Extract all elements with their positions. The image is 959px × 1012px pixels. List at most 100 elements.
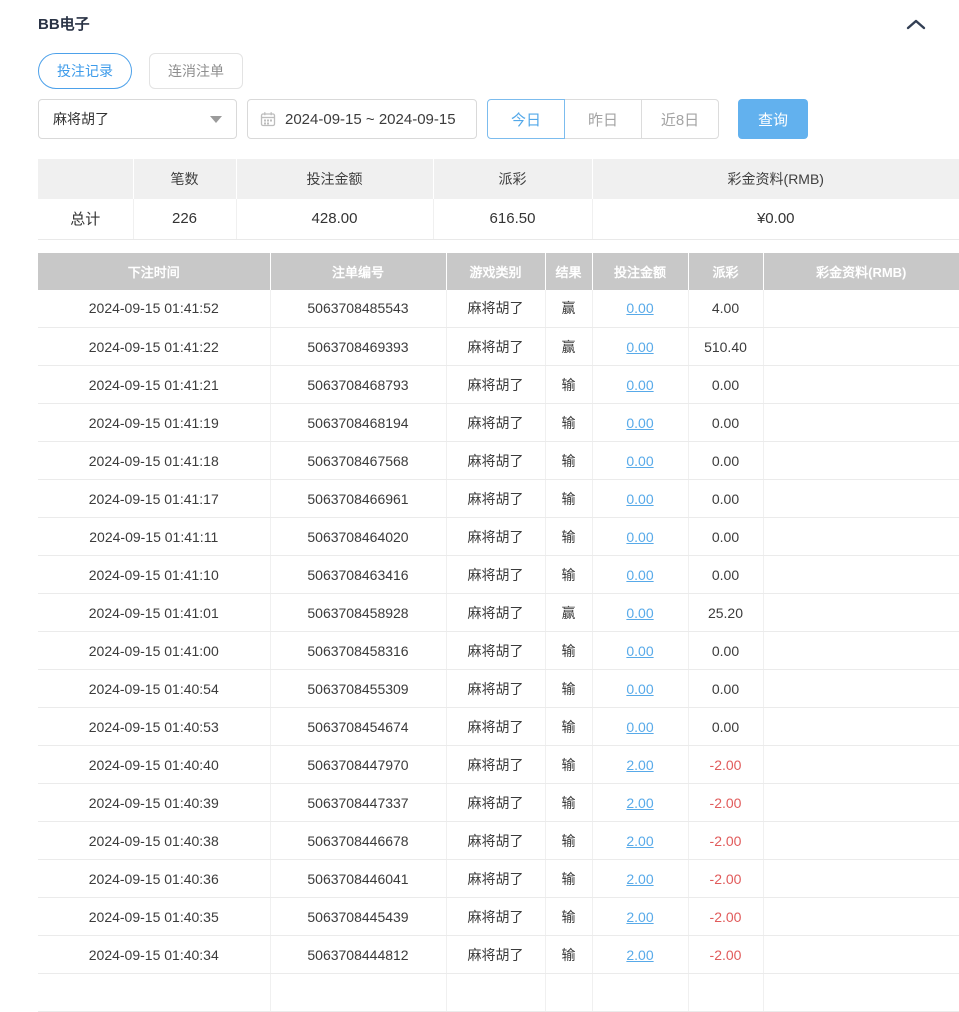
col-header-game-type: 游戏类别	[446, 253, 545, 290]
bet-amount-link[interactable]: 0.00	[626, 377, 653, 393]
bet-amount-link[interactable]: 0.00	[626, 643, 653, 659]
game-select[interactable]: 麻将胡了	[38, 99, 237, 139]
empty-cell	[545, 974, 592, 1012]
range-today-button[interactable]: 今日	[487, 99, 565, 139]
tab-bet-records[interactable]: 投注记录	[38, 53, 132, 89]
bonus-cell	[763, 594, 959, 632]
filter-bar: 麻将胡了 2024-09-15 ~ 2024-09-15 今日 昨日 近8日 查…	[38, 99, 959, 139]
tab-cancelled-orders[interactable]: 连消注单	[149, 53, 243, 89]
empty-cell	[592, 974, 688, 1012]
bet-amount-link[interactable]: 0.00	[626, 605, 653, 621]
bet-amount-link[interactable]: 2.00	[626, 795, 653, 811]
bet-time-cell: 2024-09-15 01:41:00	[38, 632, 270, 670]
bet-amount-link[interactable]: 2.00	[626, 757, 653, 773]
bet-amount-cell: 2.00	[592, 860, 688, 898]
payout-cell: 0.00	[688, 404, 763, 442]
bet-amount-link[interactable]: 0.00	[626, 453, 653, 469]
col-header-result: 结果	[545, 253, 592, 290]
date-range-value: 2024-09-15 ~ 2024-09-15	[285, 111, 456, 128]
table-row: 2024-09-15 01:40:365063708446041麻将胡了输2.0…	[38, 860, 959, 898]
table-row: 2024-09-15 01:41:005063708458316麻将胡了输0.0…	[38, 632, 959, 670]
col-header-bet-time: 下注时间	[38, 253, 270, 290]
date-range-input[interactable]: 2024-09-15 ~ 2024-09-15	[247, 99, 477, 139]
range-last8days-button[interactable]: 近8日	[641, 99, 719, 139]
bet-time-cell: 2024-09-15 01:41:01	[38, 594, 270, 632]
bet-amount-cell: 2.00	[592, 784, 688, 822]
records-header-row: 下注时间 注单编号 游戏类别 结果 投注金额 派彩 彩金资料(RMB)	[38, 253, 959, 290]
bet-amount-link[interactable]: 0.00	[626, 415, 653, 431]
bet-time-cell: 2024-09-15 01:41:52	[38, 290, 270, 328]
records-tbody: 2024-09-15 01:41:525063708485543麻将胡了赢0.0…	[38, 290, 959, 1012]
col-header-payout: 派彩	[688, 253, 763, 290]
bet-time-cell: 2024-09-15 01:41:11	[38, 518, 270, 556]
search-button[interactable]: 查询	[738, 99, 808, 139]
bonus-cell	[763, 708, 959, 746]
order-id-cell: 5063708447337	[270, 784, 446, 822]
col-header-order-id: 注单编号	[270, 253, 446, 290]
payout-cell: 0.00	[688, 442, 763, 480]
bet-amount-link[interactable]: 2.00	[626, 947, 653, 963]
bet-amount-link[interactable]: 2.00	[626, 909, 653, 925]
bet-amount-link[interactable]: 0.00	[626, 339, 653, 355]
bet-amount-link[interactable]: 0.00	[626, 719, 653, 735]
payout-cell: 0.00	[688, 708, 763, 746]
bonus-cell	[763, 556, 959, 594]
summary-count-value: 226	[133, 199, 236, 239]
bet-amount-link[interactable]: 0.00	[626, 681, 653, 697]
result-cell: 输	[545, 404, 592, 442]
result-cell: 输	[545, 556, 592, 594]
summary-total-label: 总计	[38, 199, 133, 239]
payout-cell: -2.00	[688, 898, 763, 936]
bet-amount-link[interactable]: 0.00	[626, 529, 653, 545]
bonus-cell	[763, 898, 959, 936]
bet-amount-link[interactable]: 2.00	[626, 871, 653, 887]
order-id-cell: 5063708444812	[270, 936, 446, 974]
bet-amount-link[interactable]: 0.00	[626, 300, 653, 316]
payout-cell: 0.00	[688, 518, 763, 556]
bet-amount-cell: 0.00	[592, 366, 688, 404]
summary-header-payout: 派彩	[433, 159, 592, 199]
payout-cell: 0.00	[688, 366, 763, 404]
bet-amount-cell: 0.00	[592, 290, 688, 328]
game-type-cell: 麻将胡了	[446, 594, 545, 632]
order-id-cell: 5063708445439	[270, 898, 446, 936]
summary-payout-value: 616.50	[433, 199, 592, 239]
summary-header-row: 笔数 投注金额 派彩 彩金资料(RMB)	[38, 159, 959, 199]
payout-cell: 0.00	[688, 670, 763, 708]
result-cell: 输	[545, 480, 592, 518]
page-title: BB电子	[38, 13, 90, 34]
bonus-cell	[763, 518, 959, 556]
summary-total-row: 总计 226 428.00 616.50 ¥0.00	[38, 199, 959, 239]
bet-time-cell: 2024-09-15 01:40:35	[38, 898, 270, 936]
bonus-cell	[763, 404, 959, 442]
result-cell: 赢	[545, 290, 592, 328]
result-cell: 输	[545, 366, 592, 404]
game-type-cell: 麻将胡了	[446, 708, 545, 746]
summary-header-count: 笔数	[133, 159, 236, 199]
result-cell: 赢	[545, 328, 592, 366]
game-type-cell: 麻将胡了	[446, 366, 545, 404]
range-yesterday-button[interactable]: 昨日	[564, 99, 642, 139]
game-type-cell: 麻将胡了	[446, 822, 545, 860]
quick-range-group: 今日 昨日 近8日	[487, 99, 719, 139]
bet-amount-link[interactable]: 0.00	[626, 567, 653, 583]
result-cell: 输	[545, 670, 592, 708]
table-row: 2024-09-15 01:41:215063708468793麻将胡了输0.0…	[38, 366, 959, 404]
bet-amount-cell: 0.00	[592, 708, 688, 746]
bet-time-cell: 2024-09-15 01:41:21	[38, 366, 270, 404]
table-row: 2024-09-15 01:40:395063708447337麻将胡了输2.0…	[38, 784, 959, 822]
order-id-cell: 5063708466961	[270, 480, 446, 518]
chevron-up-icon[interactable]	[905, 17, 927, 31]
bet-amount-link[interactable]: 0.00	[626, 491, 653, 507]
table-row: 2024-09-15 01:40:535063708454674麻将胡了输0.0…	[38, 708, 959, 746]
game-type-cell: 麻将胡了	[446, 632, 545, 670]
order-id-cell: 5063708468194	[270, 404, 446, 442]
bet-amount-cell: 0.00	[592, 556, 688, 594]
bet-amount-link[interactable]: 2.00	[626, 833, 653, 849]
order-id-cell: 5063708454674	[270, 708, 446, 746]
bet-amount-cell: 0.00	[592, 404, 688, 442]
table-row: 2024-09-15 01:40:405063708447970麻将胡了输2.0…	[38, 746, 959, 784]
bonus-cell	[763, 442, 959, 480]
order-id-cell: 5063708469393	[270, 328, 446, 366]
panel-header: BB电子	[0, 0, 959, 34]
